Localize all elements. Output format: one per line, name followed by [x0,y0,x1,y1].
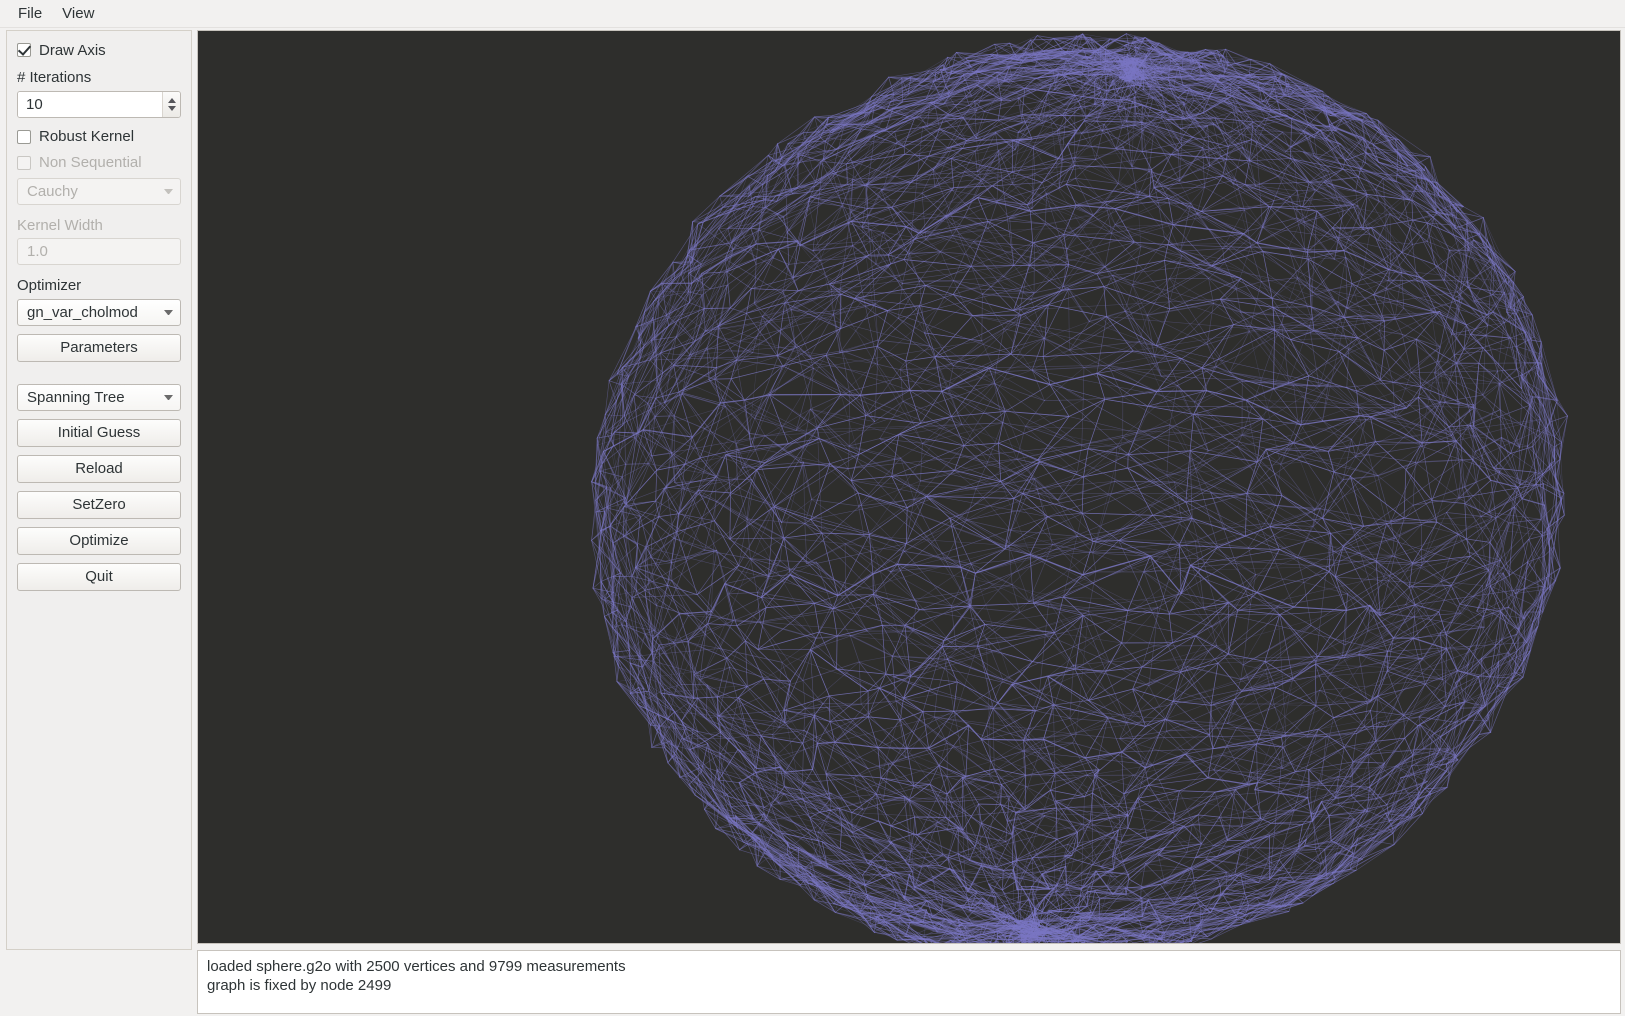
menu-bar: File View [0,0,1625,28]
draw-axis-row[interactable]: Draw Axis [17,39,181,61]
status-output-box[interactable]: loaded sphere.g2o with 2500 vertices and… [197,950,1621,1014]
non-sequential-label: Non Sequential [39,154,142,171]
right-column: loaded sphere.g2o with 2500 vertices and… [192,30,1623,1014]
robust-kernel-checkbox[interactable] [17,129,31,144]
optimize-button[interactable]: Optimize [17,526,181,555]
optimizer-label: Optimizer [17,277,82,294]
menu-view[interactable]: View [52,2,104,25]
kernel-type-value: Cauchy [27,182,78,200]
non-sequential-row: Non Sequential [17,152,181,174]
chevron-down-icon [164,188,173,194]
chevron-down-icon[interactable] [164,394,173,400]
kernel-type-combobox: Cauchy [17,177,181,205]
status-line: graph is fixed by node 2499 [207,977,392,994]
initial-guess-mode-value: Spanning Tree [27,388,125,406]
initial-guess-mode-combobox[interactable]: Spanning Tree [17,383,181,411]
chevron-down-icon[interactable] [164,309,173,315]
draw-axis-label: Draw Axis [39,41,106,59]
iterations-label: # Iterations [17,69,92,86]
robust-kernel-label: Robust Kernel [39,128,135,145]
reload-button[interactable]: Reload [17,454,181,483]
optimizer-value: gn_var_cholmod [27,303,138,321]
optimizer-combobox[interactable]: gn_var_cholmod [17,298,181,326]
kernel-width-label: Kernel Width [17,216,103,234]
control-sidebar: Draw Axis # Iterations 10 Robust Kernel … [6,30,192,950]
initial-guess-button[interactable]: Initial Guess [17,418,181,447]
robust-kernel-row[interactable]: Robust Kernel [17,126,181,148]
menu-file[interactable]: File [8,2,52,25]
slam-graph-wireframe [591,33,1568,943]
status-line: loaded sphere.g2o with 2500 vertices and… [207,958,626,975]
setzero-button[interactable]: SetZero [17,490,181,519]
application-window: File View Draw Axis # Iterations 10 Robu… [0,0,1625,1016]
kernel-width-input: 1.0 [17,238,181,265]
graph-3d-viewport[interactable] [197,30,1621,944]
iterations-value[interactable]: 10 [18,91,162,117]
draw-axis-checkbox[interactable] [17,43,31,57]
iterations-stepper[interactable] [162,91,180,117]
parameters-button[interactable]: Parameters [17,333,181,362]
main-body: Draw Axis # Iterations 10 Robust Kernel … [0,28,1625,1016]
iterations-spinbox[interactable]: 10 [17,90,181,118]
stepper-down-icon[interactable] [167,105,176,111]
quit-button[interactable]: Quit [17,562,181,591]
non-sequential-checkbox [17,155,31,170]
stepper-up-icon[interactable] [167,97,176,103]
